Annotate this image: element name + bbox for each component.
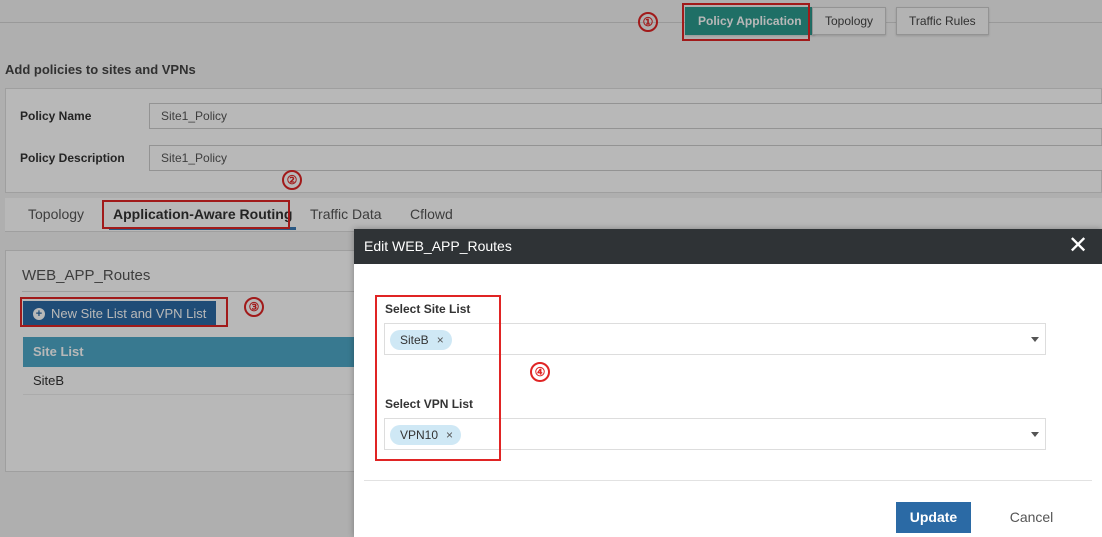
cancel-button[interactable]: Cancel [994,502,1069,533]
highlight-box-4 [375,295,501,461]
edit-routes-modal: Edit WEB_APP_Routes ✕ Select Site List S… [354,229,1102,537]
modal-footer-divider [364,480,1092,481]
dropdown-caret-icon[interactable] [1031,432,1039,437]
close-icon[interactable]: ✕ [1068,234,1088,258]
modal-title: Edit WEB_APP_Routes [354,229,1102,264]
dropdown-caret-icon[interactable] [1031,337,1039,342]
update-button[interactable]: Update [896,502,971,533]
annotation-4: ④ [530,362,550,382]
